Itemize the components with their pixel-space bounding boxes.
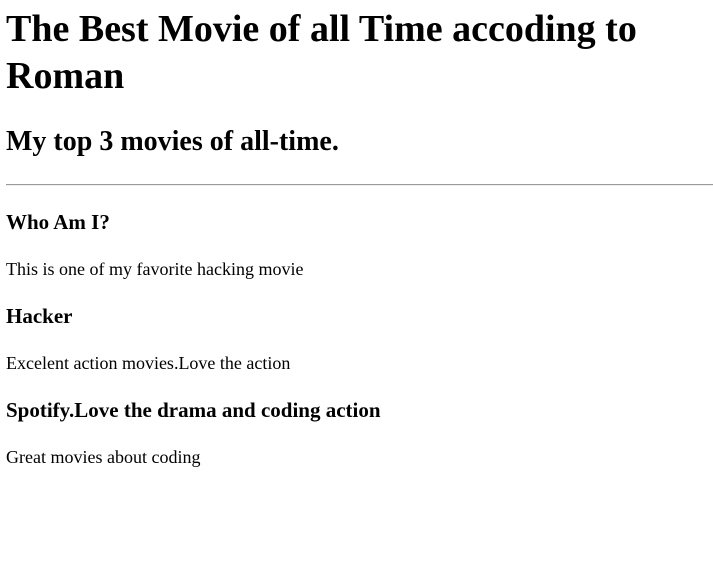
- movie-description: This is one of my favorite hacking movie: [6, 259, 304, 279]
- movie-description: Excelent action movies.Love the action: [6, 353, 291, 373]
- divider: [6, 184, 713, 186]
- movie-heading: Who Am I?: [6, 210, 110, 234]
- page-subtitle: My top 3 movies of all-time.: [6, 126, 339, 157]
- movie-description: Great movies about coding: [6, 447, 201, 467]
- movie-item: Hacker Excelent action movies.Love the a…: [6, 303, 713, 374]
- movie-heading: Hacker: [6, 304, 73, 328]
- movie-heading: Spotify.Love the drama and coding action: [6, 398, 381, 422]
- movie-item: Who Am I? This is one of my favorite hac…: [6, 209, 713, 280]
- page-title: The Best Movie of all Time accoding to R…: [6, 8, 637, 97]
- movie-item: Spotify.Love the drama and coding action…: [6, 397, 713, 468]
